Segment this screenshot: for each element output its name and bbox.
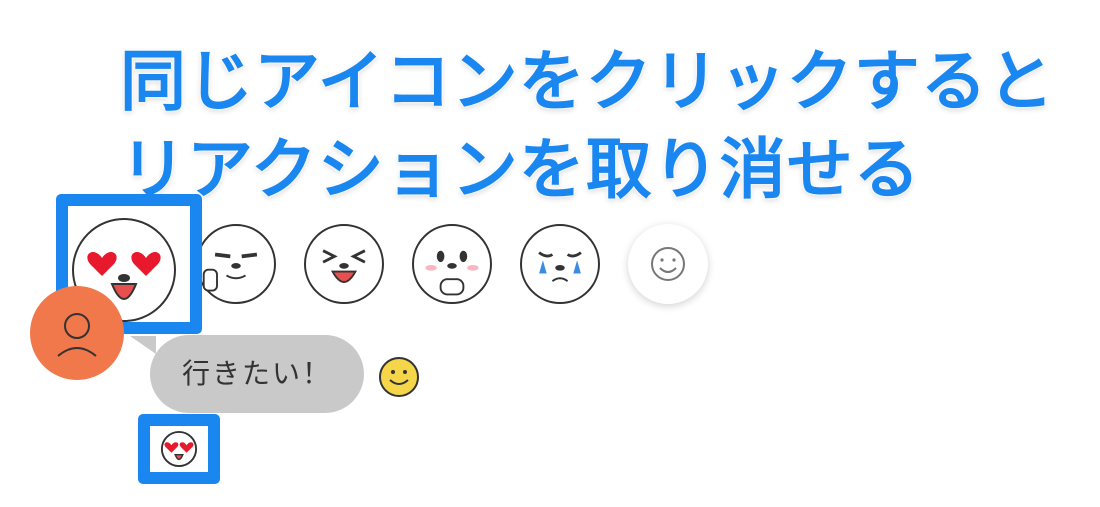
message-reaction[interactable] <box>138 414 220 484</box>
smiley-outline-icon <box>651 247 685 281</box>
thumbs-up-icon <box>202 252 258 292</box>
reaction-laughing-button[interactable] <box>304 224 384 304</box>
caption-line-1: 同じアイコンをクリックすると <box>120 43 1055 120</box>
message-text: 行きたい！ <box>181 357 332 390</box>
smiley-reaction-icon[interactable] <box>378 356 420 398</box>
reaction-pleading-button[interactable] <box>412 224 492 304</box>
laughing-icon <box>322 249 366 283</box>
reaction-thumbs-up-button[interactable] <box>196 224 276 304</box>
mini-heart-eyes-icon <box>160 430 198 468</box>
avatar-face-icon <box>57 313 97 357</box>
instruction-caption: 同じアイコンをクリックすると リアクションを取り消せる <box>120 38 1080 214</box>
reaction-crying-button[interactable] <box>520 224 600 304</box>
pleading-icon <box>425 250 479 296</box>
avatar <box>30 286 124 380</box>
bubble-tail <box>130 336 156 354</box>
crying-icon <box>538 251 582 282</box>
caption-line-2: リアクションを取り消せる <box>120 131 921 208</box>
message-bubble[interactable]: 行きたい！ <box>150 335 364 413</box>
add-reaction-button[interactable] <box>628 224 708 304</box>
